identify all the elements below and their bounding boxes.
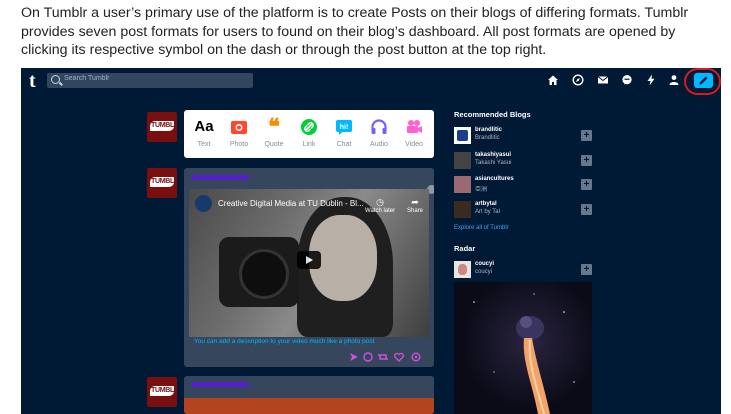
blog-avatar	[454, 127, 471, 144]
explore-icon[interactable]	[572, 74, 584, 86]
post-type-text[interactable]: Aa Text	[188, 114, 220, 154]
watch-later-label: Watch later	[365, 208, 396, 214]
next-post	[184, 376, 434, 414]
search-icon	[51, 75, 60, 84]
avatar[interactable]: TUMBLR	[147, 168, 177, 198]
home-icon[interactable]	[547, 74, 559, 86]
video-player[interactable]: Creative Digital Media at TU Dublin - Bl…	[189, 189, 429, 337]
share-label: Share	[407, 208, 424, 214]
video-description: You can add a description to your video …	[194, 338, 375, 345]
activity-icon[interactable]	[645, 74, 657, 86]
post-type-audio[interactable]: Audio	[363, 114, 395, 154]
recommended-blog[interactable]: brandlitic Brandlitic +	[454, 127, 599, 146]
recommended-blog[interactable]: artbytal Art by Tal +	[454, 201, 599, 220]
post-type-video[interactable]: Video	[398, 114, 430, 154]
video-post: Creative Digital Media at TU Dublin - Bl…	[184, 168, 434, 367]
blog-title: Brandlitic	[475, 135, 500, 141]
top-navigation-bar: t Search Tumblr	[21, 68, 721, 95]
post-type-label: Text	[197, 141, 211, 148]
tumblr-logo[interactable]: t	[29, 69, 36, 93]
share-arrow-icon: ➦	[411, 197, 419, 207]
search-input[interactable]: Search Tumblr	[47, 73, 253, 88]
avatar-logo: TUMBLR	[150, 177, 177, 187]
caption-text: On Tumblr a user’s primary use of the pl…	[21, 5, 689, 58]
video-title[interactable]: Creative Digital Media at TU Dublin - Bl…	[218, 199, 364, 208]
radar-image[interactable]	[454, 282, 592, 414]
explore-link[interactable]: Explore all of Tumblr	[454, 225, 509, 231]
post-type-link[interactable]: Link	[293, 114, 325, 154]
avatar[interactable]: TUMBLR	[147, 377, 177, 407]
follow-plus-icon[interactable]: +	[581, 204, 592, 215]
post-type-label: Video	[405, 141, 423, 148]
share-button[interactable]: ➦ Share	[407, 197, 423, 214]
post-format-composer: Aa Text Photo ❝ Quote Link hi! Chat Audi…	[184, 110, 434, 158]
blog-name-scribble	[191, 382, 249, 387]
clock-icon: ◷	[376, 197, 384, 207]
avatar-logo: TUMBLR	[150, 386, 177, 396]
post-type-chat[interactable]: hi! Chat	[328, 114, 360, 154]
heart-icon[interactable]	[394, 352, 404, 362]
blog-name: artbytal	[475, 201, 497, 207]
blog-title: Takashi Yasui	[475, 160, 512, 166]
follow-plus-icon[interactable]: +	[581, 179, 592, 190]
messages-icon[interactable]	[621, 74, 633, 86]
post-type-label: Quote	[264, 141, 284, 148]
blog-title: coucyi	[475, 269, 493, 275]
blog-avatar	[454, 261, 471, 278]
post-type-label: Chat	[336, 141, 352, 148]
post-type-label: Photo	[229, 141, 249, 148]
highlight-circle	[684, 68, 721, 95]
recommended-blog[interactable]: takashiyasui Takashi Yasui +	[454, 152, 599, 171]
account-icon[interactable]	[668, 74, 680, 86]
share-icon[interactable]	[350, 353, 358, 361]
avatar[interactable]: TUMBLR	[147, 112, 177, 142]
radar-title: Radar	[454, 244, 476, 253]
tumblr-dashboard-screenshot: t Search Tumblr TUMBLR Aa Text Photo ❝ Q…	[21, 68, 721, 414]
search-placeholder: Search Tumblr	[64, 75, 110, 82]
blog-avatar	[454, 152, 471, 169]
radar-blog[interactable]: coucyi coucyi +	[454, 261, 599, 280]
watch-later-button[interactable]: ◷ Watch later	[365, 197, 395, 214]
blog-avatar	[454, 176, 471, 193]
link-icon	[299, 117, 319, 137]
post-type-label: Link	[302, 141, 316, 148]
svg-text:hi!: hi!	[340, 124, 349, 131]
blog-title: 亞洲	[475, 187, 488, 193]
blog-name-scribble	[191, 175, 249, 180]
avatar-logo: TUMBLR	[150, 121, 177, 131]
inbox-icon[interactable]	[597, 74, 609, 86]
video-camera-icon	[404, 117, 424, 137]
camera-icon	[229, 117, 249, 137]
follow-plus-icon[interactable]: +	[581, 155, 592, 166]
recommended-blogs-title: Recommended Blogs	[454, 110, 531, 119]
play-button[interactable]	[297, 251, 321, 269]
blog-title: Art by Tal	[475, 209, 500, 215]
follow-plus-icon[interactable]: +	[581, 130, 592, 141]
blog-name: takashiyasui	[475, 152, 512, 158]
post-type-label: Audio	[370, 141, 388, 148]
blog-avatar	[454, 201, 471, 218]
blog-name: brandlitic	[475, 127, 503, 133]
reblog-icon[interactable]	[378, 354, 388, 360]
reply-icon[interactable]	[363, 352, 373, 362]
post-type-photo[interactable]: Photo	[223, 114, 255, 154]
chat-icon: hi!	[334, 117, 354, 137]
headphones-icon	[369, 117, 389, 137]
settings-gear-icon[interactable]	[411, 352, 421, 362]
follow-plus-icon[interactable]: +	[581, 264, 592, 275]
post-actions	[348, 350, 433, 362]
text-format-icon: Aa	[194, 118, 214, 135]
post-type-quote[interactable]: ❝ Quote	[258, 114, 290, 154]
quote-icon: ❝	[268, 114, 280, 139]
channel-avatar[interactable]	[195, 195, 212, 212]
blog-name: coucyi	[475, 261, 495, 267]
post-image	[184, 398, 434, 414]
thumbnail-lens	[239, 249, 289, 299]
recommended-blog[interactable]: asiancultures 亞洲 +	[454, 176, 599, 195]
blog-name: asiancultures	[475, 176, 514, 182]
